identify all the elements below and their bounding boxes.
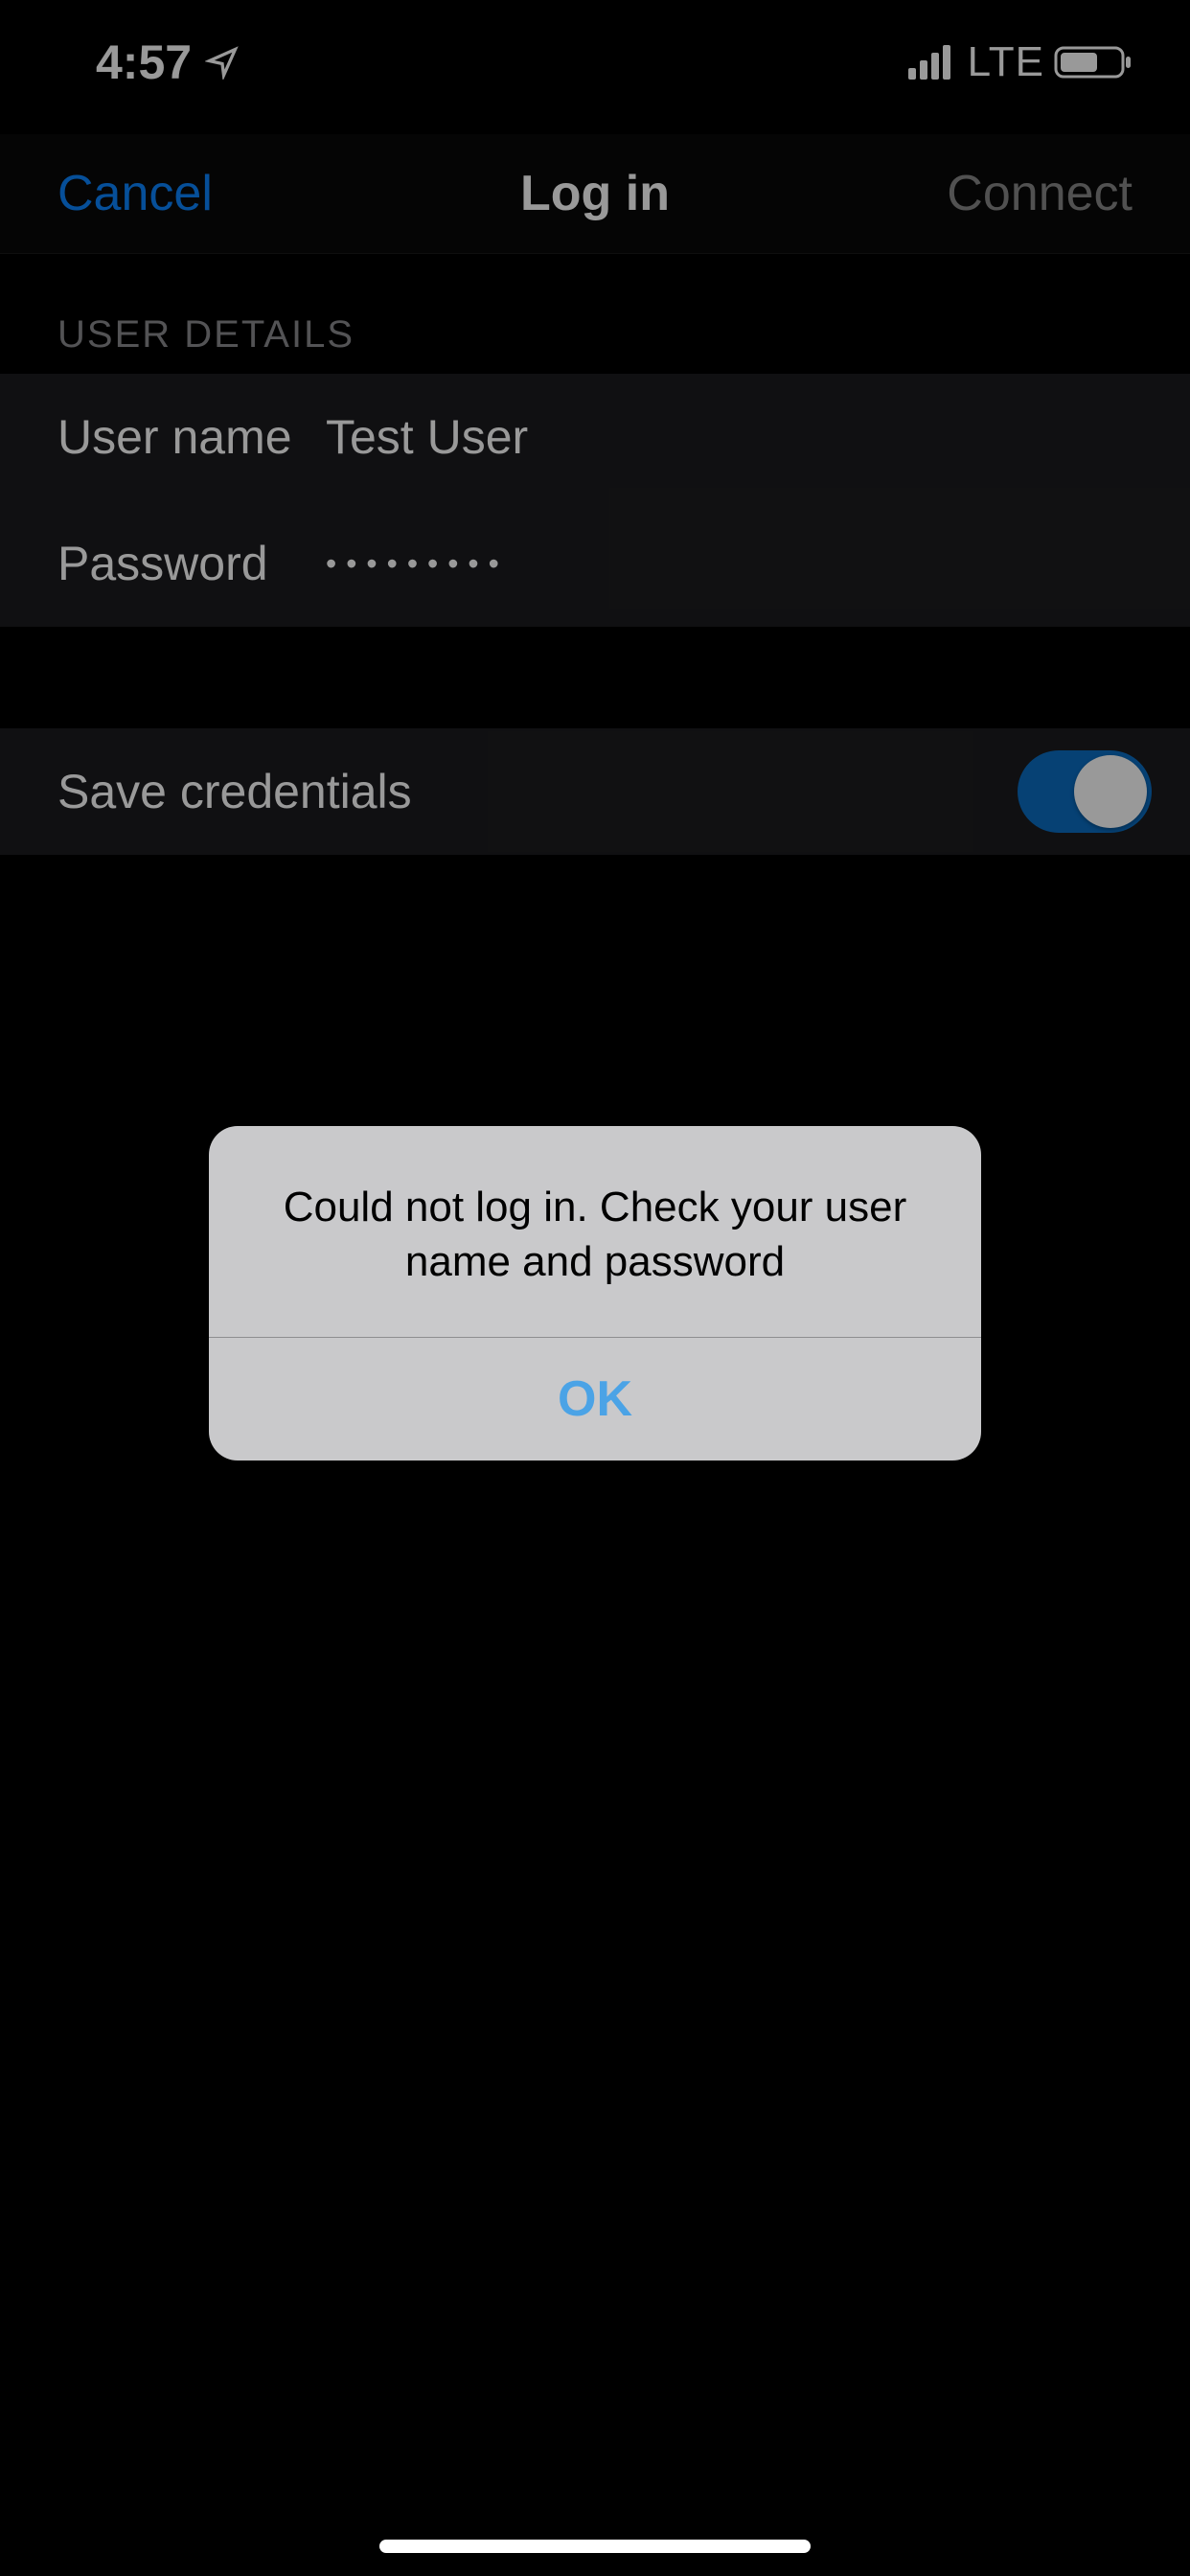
alert-ok-button[interactable]: OK (209, 1338, 981, 1460)
alert-body: Could not log in. Check your user name a… (209, 1126, 981, 1337)
alert-message: Could not log in. Check your user name a… (257, 1180, 933, 1289)
alert-actions: OK (209, 1338, 981, 1460)
home-indicator[interactable] (379, 2540, 811, 2553)
login-error-alert: Could not log in. Check your user name a… (209, 1126, 981, 1460)
